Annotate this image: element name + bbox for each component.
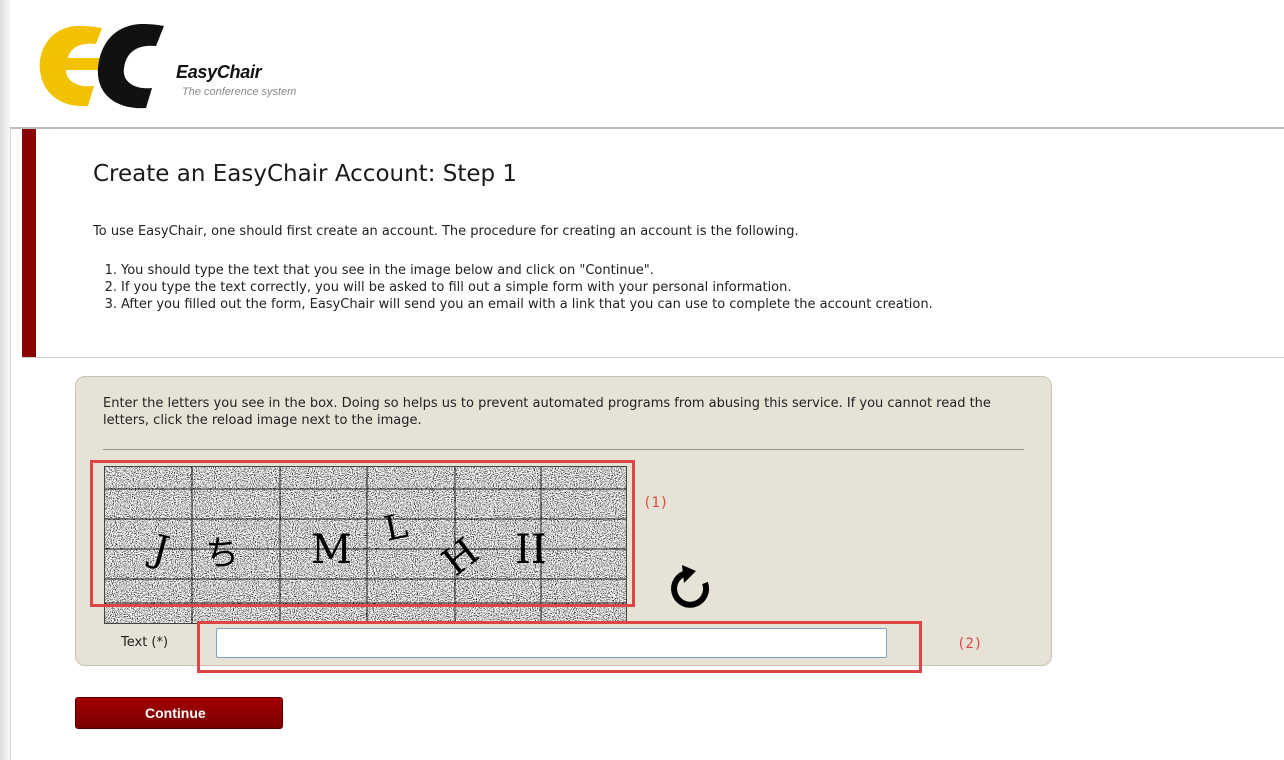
step-number: 2. [104,280,117,295]
logo-tagline: The conference system [182,86,297,98]
step-text: If you type the text correctly, you will… [121,280,792,295]
continue-button[interactable]: Continue [75,697,283,729]
captcha-panel: Enter the letters you see in the box. Do… [75,376,1052,666]
step-text: After you filled out the form, EasyChair… [121,297,933,312]
page-title: Create an EasyChair Account: Step 1 [93,161,518,187]
annotation-label-1: (1) [643,495,669,511]
easychair-logo[interactable]: EasyChair The conference system [36,22,356,112]
captcha-instructions: Enter the letters you see in the box. Do… [103,396,991,428]
list-item: 3. After you filled out the form, EasyCha… [93,296,933,313]
step-number: 3. [104,297,117,312]
accent-bar [22,129,36,357]
captcha-image: J ち M L H II [104,466,627,624]
reload-icon[interactable] [666,559,716,613]
captcha-text-input[interactable] [216,628,887,658]
captcha-glyph-6: II [515,527,547,573]
captcha-glyph-2: ち [205,534,239,574]
logo-brand-text: EasyChair [176,62,262,82]
list-item: 1. You should type the text that you see … [93,262,933,279]
step-text: You should type the text that you see in… [121,263,654,278]
divider [103,449,1024,450]
header: EasyChair The conference system [10,0,1284,129]
captcha-glyph-3: M [311,527,352,573]
intro-section: Create an EasyChair Account: Step 1 To u… [22,129,1284,358]
list-item: 2. If you type the text correctly, you wi… [93,279,933,296]
step-number: 1. [104,263,117,278]
text-field-label: Text (*) [121,635,169,650]
steps-list: 1. You should type the text that you see … [93,262,933,313]
captcha-graphic: J ち M L H II [105,467,626,623]
intro-text: To use EasyChair, one should first creat… [93,224,799,239]
annotation-label-2: (2) [957,636,983,652]
reload-graphic [671,565,710,608]
